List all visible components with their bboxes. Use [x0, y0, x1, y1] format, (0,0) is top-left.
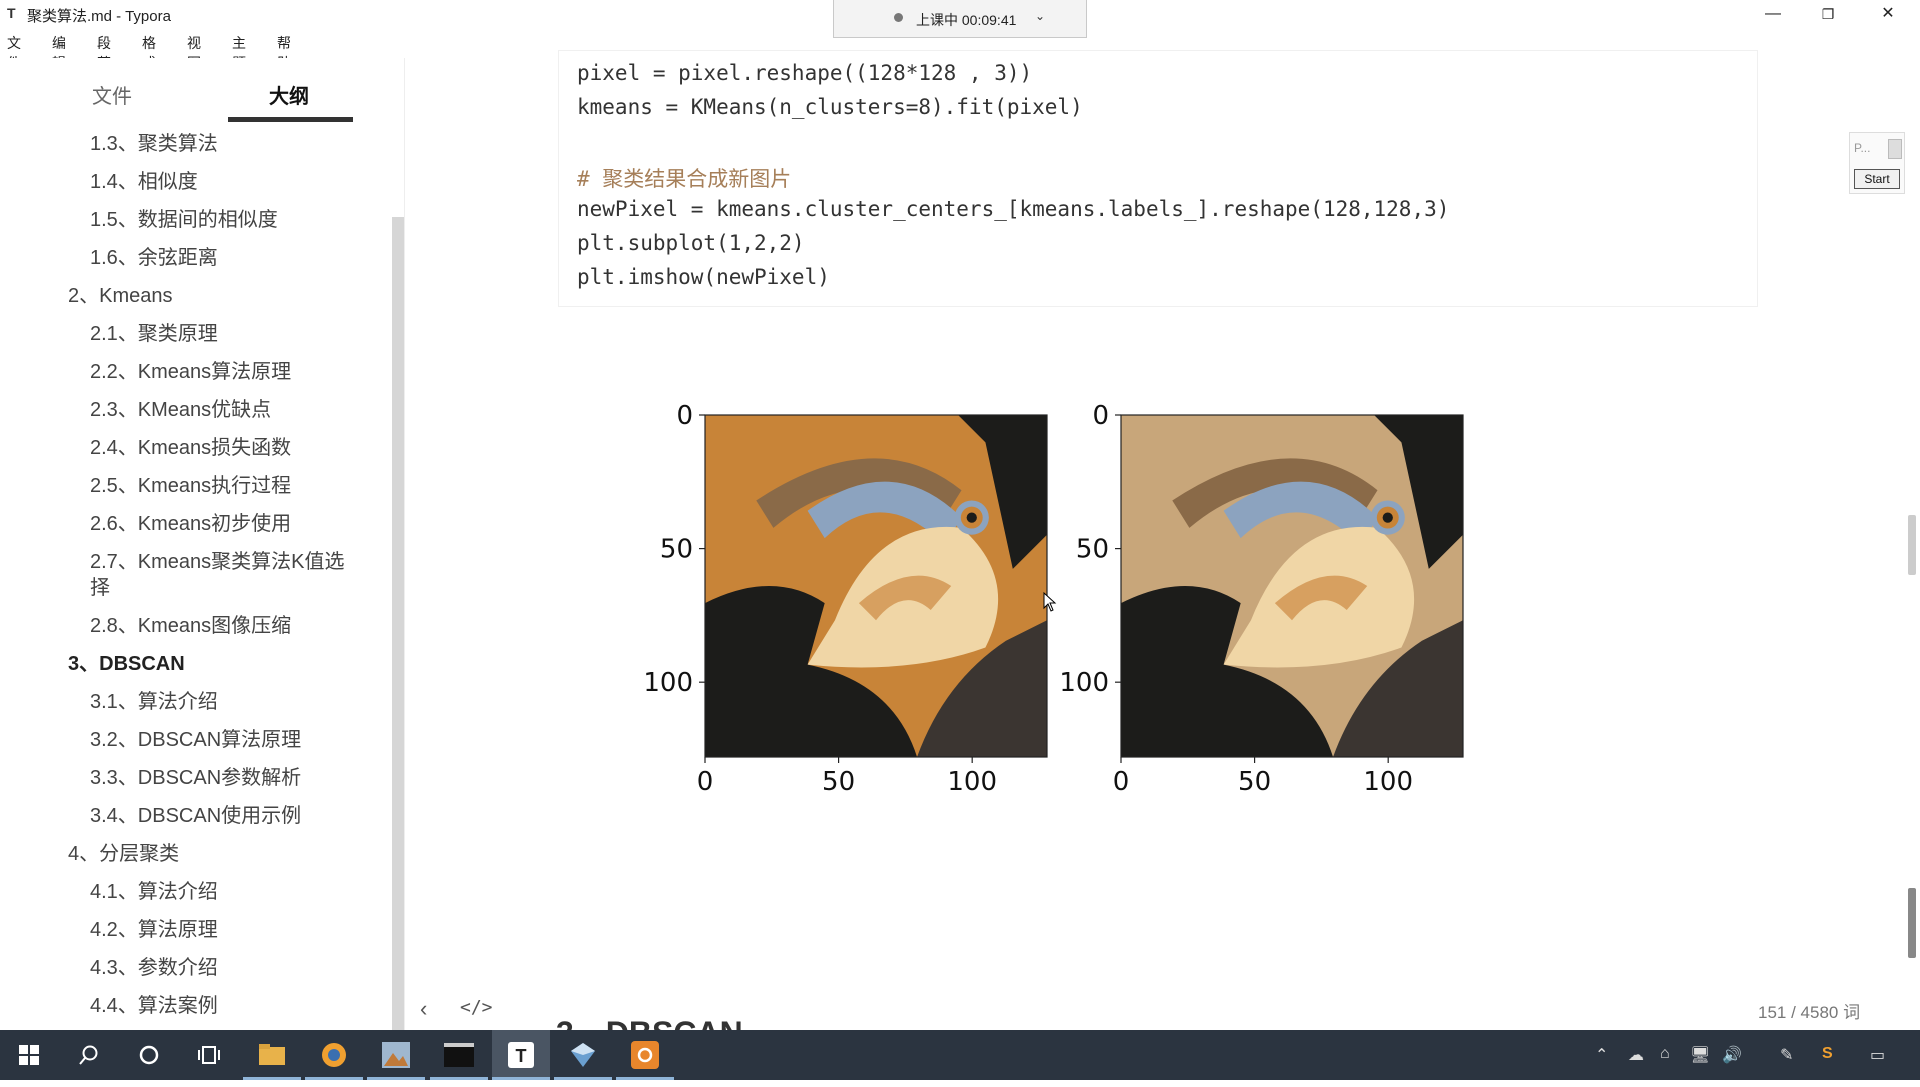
outline-item[interactable]: 2.3、KMeans优缺点 — [90, 398, 271, 422]
outline-item[interactable]: 3.3、DBSCAN参数解析 — [90, 766, 301, 790]
y-tick-label: 50 — [1076, 535, 1109, 565]
eye-pupil — [966, 512, 977, 523]
outline-item[interactable]: 2、Kmeans — [68, 284, 173, 308]
ime-icon[interactable]: S — [1822, 1045, 1833, 1063]
typora-taskbar-icon[interactable]: T — [492, 1030, 550, 1080]
code-line: kmeans = KMeans(n_clusters=8).fit(pixel) — [577, 95, 1083, 119]
app-icon[interactable] — [554, 1030, 612, 1080]
terminal-icon[interactable] — [430, 1030, 488, 1080]
outline-item[interactable]: 2.7、Kmeans聚类算法K值选 — [90, 550, 345, 574]
main-scrollbar-handle[interactable] — [1908, 888, 1916, 958]
next-heading-partial: 3、DBSCAN — [556, 1008, 743, 1030]
x-tick-label: 100 — [1363, 767, 1413, 797]
sidebar-divider — [404, 58, 405, 1030]
outline-item[interactable]: 2.4、Kmeans损失函数 — [90, 436, 291, 460]
close-button[interactable]: ✕ — [1865, 2, 1911, 26]
figure-canvas: 0 50 100 0 50 100 0 50 100 0 50 100 — [643, 401, 1464, 797]
y-tick-label: 0 — [1092, 401, 1109, 431]
outline-item[interactable]: 3.2、DBSCAN算法原理 — [90, 728, 301, 752]
tab-outline[interactable]: 大纲 — [269, 80, 309, 109]
outline-item[interactable]: 2.2、Kmeans算法原理 — [90, 360, 291, 384]
recording-dot-icon — [894, 13, 903, 22]
notification-icon[interactable]: ▭ — [1870, 1045, 1885, 1065]
outline-item[interactable]: 2.5、Kmeans执行过程 — [90, 474, 291, 498]
tray-expand-icon[interactable]: ⌃ — [1595, 1045, 1608, 1065]
y-tick-label: 100 — [643, 668, 693, 698]
typora-app-icon: T — [7, 5, 16, 21]
outline-item[interactable]: 2.8、Kmeans图像压缩 — [90, 614, 291, 638]
outline-item[interactable]: 1.3、聚类算法 — [90, 132, 218, 156]
minimize-button[interactable]: — — [1750, 2, 1796, 26]
outline-item[interactable]: 2.6、Kmeans初步使用 — [90, 512, 291, 536]
recording-status: 上课中 00:09:41 — [916, 12, 1017, 28]
volume-icon[interactable]: 🔊 — [1722, 1045, 1742, 1065]
x-tick-label: 0 — [1113, 767, 1130, 797]
start-button[interactable]: Start — [1854, 169, 1900, 189]
sidebar: 文件 大纲 1.3、聚类算法 1.4、相似度 1.5、数据间的相似度 1.6、余… — [0, 58, 404, 1030]
pen-icon[interactable]: ✎ — [1780, 1045, 1793, 1065]
browser-icon[interactable] — [305, 1030, 363, 1080]
code-line: pixel = pixel.reshape((128*128 , 3)) — [577, 61, 1033, 85]
y-tick-label: 0 — [676, 401, 693, 431]
cortana-icon[interactable] — [120, 1030, 178, 1080]
recorder-widget: P... Start — [1849, 132, 1905, 194]
outline-item[interactable]: 1.6、余弦距离 — [90, 246, 218, 270]
outline-item-active[interactable]: 3、DBSCAN — [68, 652, 185, 676]
code-line: newPixel = kmeans.cluster_centers_[kmean… — [577, 197, 1450, 221]
outline-item[interactable]: 3.4、DBSCAN使用示例 — [90, 804, 301, 828]
file-explorer-icon[interactable] — [243, 1030, 301, 1080]
search-icon[interactable] — [60, 1030, 118, 1080]
y-tick-label: 50 — [660, 535, 693, 565]
code-line: plt.subplot(1,2,2) — [577, 231, 805, 255]
app2-icon[interactable] — [616, 1030, 674, 1080]
outline-item-continuation[interactable]: 择 — [90, 576, 110, 600]
recording-indicator[interactable]: 上课中 00:09:41 ⌄ — [833, 0, 1087, 38]
window-title: 聚类算法.md - Typora — [27, 8, 171, 25]
source-code-toggle-icon[interactable]: </> — [460, 997, 493, 1018]
tab-files[interactable]: 文件 — [92, 80, 132, 109]
taskbar: T ⌃ ☁ ⌂ 🖥 🔊 ✎ S ▭ — [0, 1030, 1920, 1080]
outline-item[interactable]: 4.1、算法介绍 — [90, 880, 218, 904]
chevron-down-icon[interactable]: ⌄ — [1035, 9, 1045, 23]
word-count[interactable]: 151 / 4580 词 — [1758, 998, 1860, 1023]
y-tick-label: 100 — [1059, 668, 1109, 698]
code-line: plt.imshow(newPixel) — [577, 265, 830, 289]
active-tab-indicator — [228, 117, 353, 122]
x-tick-label: 100 — [947, 767, 997, 797]
widget-thumbnail — [1888, 139, 1902, 159]
typora-taskbar-letter: T — [516, 1046, 527, 1066]
outline-item[interactable]: 4.4、算法案例 — [90, 994, 218, 1018]
windows-start-icon[interactable] — [0, 1030, 58, 1080]
code-block[interactable]: pixel = pixel.reshape((128*128 , 3)) kme… — [558, 50, 1758, 307]
code-comment: # 聚类结果合成新图片 — [577, 167, 792, 191]
matplotlib-figure: 0 50 100 0 50 100 0 50 100 0 50 100 — [620, 395, 1650, 895]
outline-item[interactable]: 4.2、算法原理 — [90, 918, 218, 942]
main-scrollbar-thumb[interactable] — [1908, 515, 1916, 575]
x-tick-label: 0 — [697, 767, 714, 797]
image-viewer-icon[interactable] — [367, 1030, 425, 1080]
outline-item[interactable]: 2.1、聚类原理 — [90, 322, 218, 346]
outline-item[interactable]: 1.5、数据间的相似度 — [90, 208, 278, 232]
network-icon[interactable]: ⌂ — [1660, 1045, 1670, 1063]
outline-item[interactable]: 3.1、算法介绍 — [90, 690, 218, 714]
display-icon[interactable]: 🖥 — [1690, 1045, 1710, 1065]
image-panel-compressed: 0 50 100 0 50 100 — [1059, 401, 1464, 797]
task-view-icon[interactable] — [180, 1030, 238, 1080]
cloud-icon[interactable]: ☁ — [1628, 1045, 1644, 1065]
eye-pupil — [1382, 512, 1393, 523]
image-panel-original: 0 50 100 0 50 100 — [643, 401, 1048, 797]
title-bar: T 聚类算法.md - Typora 上课中 00:09:41 ⌄ — ❐ ✕ — [0, 0, 1920, 38]
outline-item[interactable]: 4.3、参数介绍 — [90, 956, 218, 980]
x-tick-label: 50 — [1238, 767, 1271, 797]
back-icon[interactable]: ‹ — [420, 996, 427, 1022]
x-tick-label: 50 — [822, 767, 855, 797]
widget-label: P... — [1854, 141, 1871, 155]
sidebar-scrollbar-thumb[interactable] — [392, 217, 404, 1030]
maximize-button[interactable]: ❐ — [1805, 2, 1851, 26]
outline-item[interactable]: 1.4、相似度 — [90, 170, 198, 194]
outline-item[interactable]: 4、分层聚类 — [68, 842, 179, 866]
